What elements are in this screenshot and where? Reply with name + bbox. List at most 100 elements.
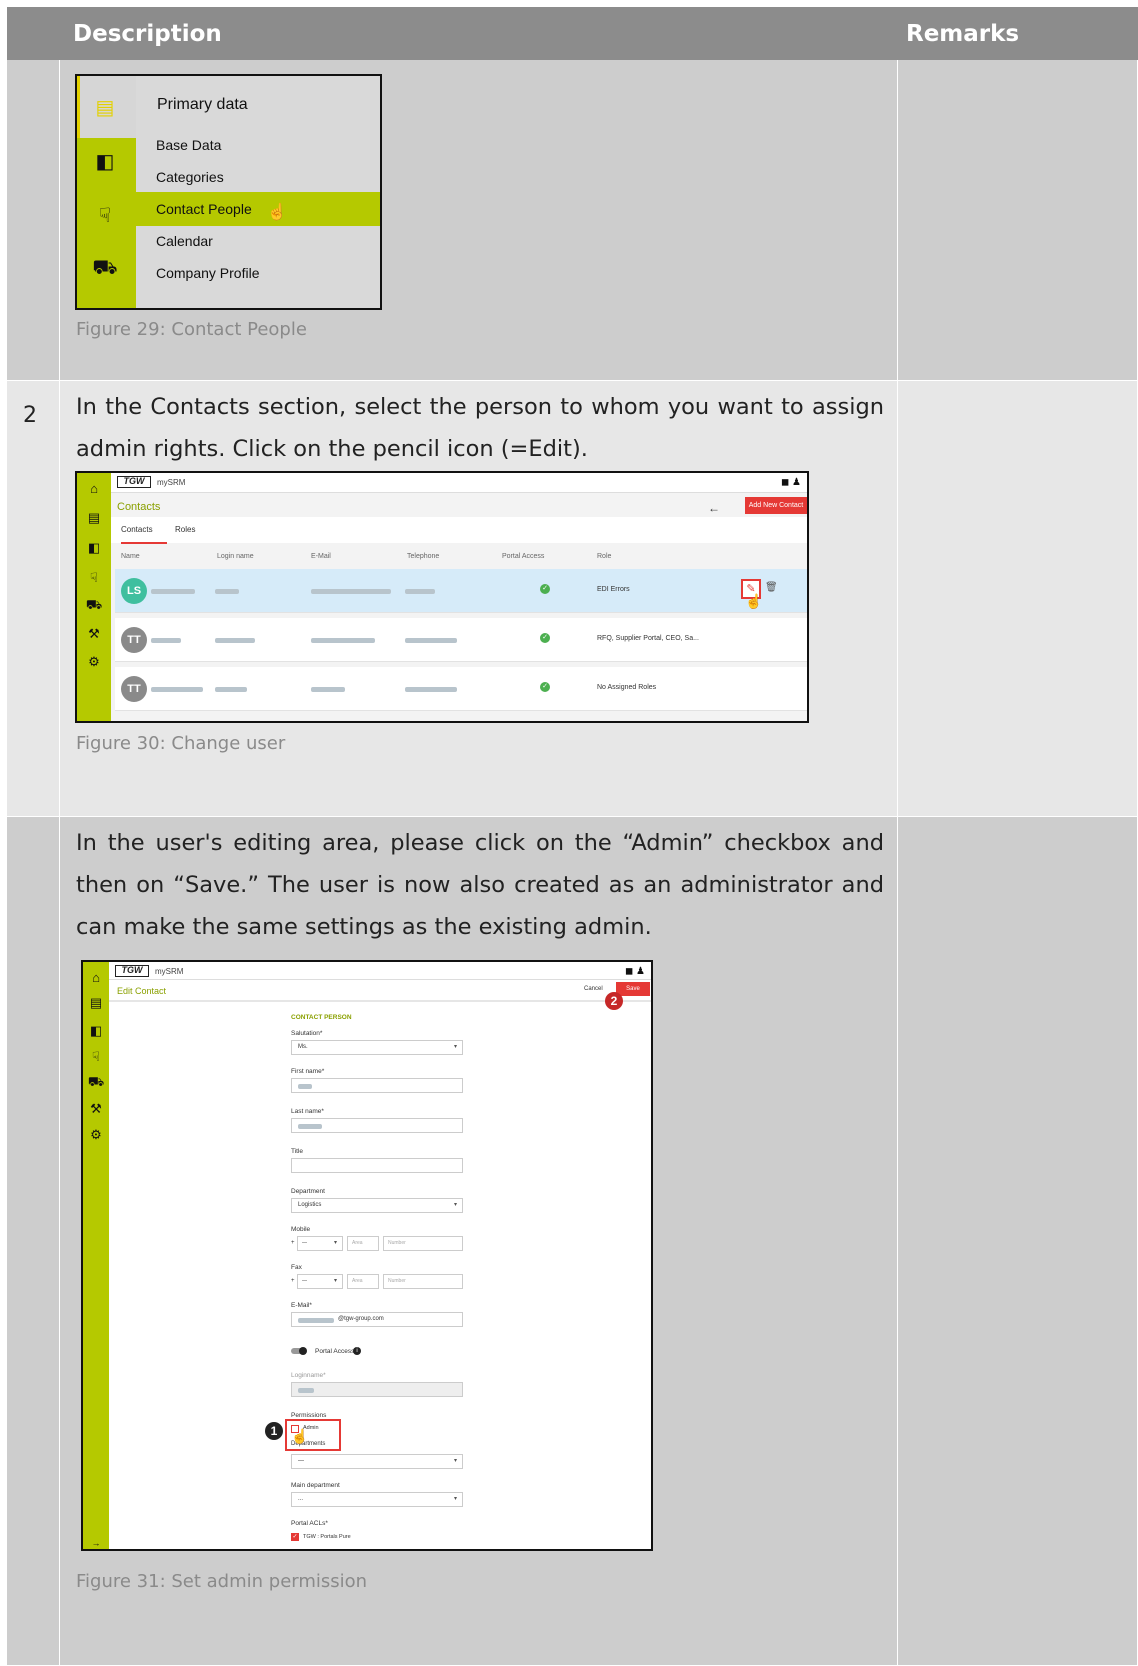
departments-value: — (298, 1458, 304, 1464)
fax-area-field[interactable]: Area (347, 1274, 379, 1289)
menu-item-categories[interactable]: Categories (136, 160, 380, 194)
blurred-email (311, 589, 391, 594)
home-icon: ⌂ (92, 969, 100, 985)
tgw-logo: TGW (117, 476, 151, 488)
side-rail: ⌂ ▤ ◧ ☟ ⛟ ⚒ ⚙ → (83, 962, 109, 1549)
row2-description-cell: In the Contacts section, select the pers… (60, 381, 898, 817)
database-icon: ▤ (95, 96, 115, 119)
department-label: Department (291, 1188, 325, 1195)
save-button[interactable]: Save (616, 982, 650, 996)
title-field[interactable] (291, 1158, 463, 1173)
portal-access-toggle[interactable] (291, 1347, 307, 1355)
mobile-number-field[interactable]: Number (383, 1236, 463, 1251)
column-login-name: Login name (217, 553, 254, 560)
main-department-select[interactable]: ... ▾ (291, 1492, 463, 1507)
row3-remarks-cell (898, 817, 1138, 1666)
brand-name: mySRM (155, 967, 184, 976)
table-row[interactable]: TT ✓ No Assigned Roles (115, 667, 807, 711)
step-badge-1: 1 (265, 1422, 283, 1440)
truck-icon: ⛟ (87, 1074, 105, 1089)
tab-contacts[interactable]: Contacts (121, 525, 153, 534)
brand-name: mySRM (157, 478, 186, 487)
role-value: EDI Errors (597, 586, 630, 593)
row1-remarks-cell (898, 60, 1138, 381)
documents-icon: ◧ (87, 540, 101, 555)
contact-hand-icon: ☟ (90, 570, 98, 585)
app-topbar: TGW mySRM ◼ ♟ (111, 473, 807, 493)
chevron-down-icon: ▾ (333, 1240, 337, 1246)
column-telephone: Telephone (407, 553, 440, 560)
blurred-login (215, 589, 239, 594)
department-select[interactable]: Logistics ▾ (291, 1198, 463, 1213)
fax-country-select[interactable]: — ▾ (297, 1274, 343, 1289)
cancel-button[interactable]: Cancel (584, 986, 603, 992)
contact-hand-icon: ☟ (98, 204, 112, 227)
blurred-name (151, 687, 203, 692)
edit-contact-title: Edit Contact (117, 986, 167, 996)
step-3-text: In the user's editing area, please click… (76, 830, 884, 940)
fax-number-field[interactable]: Number (383, 1274, 463, 1289)
figure-30-caption: Figure 30: Change user (76, 733, 286, 754)
hand-cursor-icon: ☝ (267, 204, 287, 221)
blurred-login (215, 687, 247, 692)
blurred-phone (405, 589, 435, 594)
documents-icon: ◧ (95, 150, 115, 173)
menu-item-base-data[interactable]: Base Data (136, 128, 380, 162)
first-name-label: First name* (291, 1068, 325, 1075)
trash-icon[interactable]: 🗑 (765, 582, 778, 593)
figure-29-menu-screenshot: ▤ ◧ ☟ ⛟ Primary data Base Data Categorie… (75, 74, 382, 310)
blurred-phone (405, 638, 457, 643)
email-field[interactable]: @tgw-group.com (291, 1312, 463, 1327)
menu-item-contact-people[interactable]: Contact People (136, 192, 380, 226)
menu-item-company-profile[interactable]: Company Profile (136, 256, 380, 290)
chevron-down-icon: ▾ (333, 1278, 337, 1284)
last-name-field[interactable] (291, 1118, 463, 1133)
section-title: CONTACT PERSON (291, 1014, 352, 1021)
check-icon: ✓ (540, 584, 550, 594)
header-remarks: Remarks (906, 21, 1020, 47)
chevron-down-icon: ▾ (453, 1496, 457, 1502)
info-icon[interactable]: i (353, 1347, 361, 1355)
avatar: LS (121, 578, 147, 604)
database-icon: ▤ (87, 510, 101, 525)
chevron-down-icon: ▾ (453, 1458, 457, 1464)
email-domain: @tgw-group.com (338, 1316, 384, 1322)
role-value: No Assigned Roles (597, 684, 657, 691)
table-row[interactable]: LS ✓ EDI Errors ✎ 🗑 ☝ (115, 569, 807, 613)
blurred-phone (405, 687, 457, 692)
mobile-country-select[interactable]: — ▾ (297, 1236, 343, 1251)
salutation-value: Ms. (298, 1044, 308, 1050)
last-name-label: Last name* (291, 1108, 324, 1115)
tab-roles[interactable]: Roles (175, 525, 195, 534)
back-arrow-icon[interactable]: ← (708, 501, 720, 515)
mobile-label: Mobile (291, 1226, 311, 1233)
menu-item-calendar[interactable]: Calendar (136, 224, 380, 258)
salutation-select[interactable]: Ms. ▾ (291, 1040, 463, 1055)
mobile-plus: + (291, 1240, 295, 1246)
loginname-label: Loginname* (291, 1372, 326, 1379)
mobile-area-field[interactable]: Area (347, 1236, 379, 1251)
column-role: Role (597, 553, 612, 560)
portal-acl-value: TGW : Portals Pure (303, 1534, 351, 1540)
user-icon: ◼ ♟ (780, 477, 801, 488)
expand-arrow-icon[interactable]: → (87, 1534, 105, 1549)
blurred-name (151, 589, 195, 594)
fax-plus: + (291, 1278, 295, 1284)
title-label: Title (291, 1148, 304, 1155)
first-name-field[interactable] (291, 1078, 463, 1093)
home-icon: ⌂ (90, 480, 98, 496)
fax-label: Fax (291, 1264, 302, 1271)
database-icon: ▤ (89, 995, 103, 1010)
blurred-value (298, 1318, 334, 1323)
blurred-name (151, 638, 181, 643)
mobile-country-value: — (302, 1240, 307, 1246)
table-row[interactable]: TT ✓ RFQ, Supplier Portal, CEO, Sa... (115, 618, 807, 662)
gear-icon: ⚙ (88, 654, 100, 669)
departments-select[interactable]: — ▾ (291, 1454, 463, 1469)
blurred-value (298, 1084, 312, 1089)
portal-acl-checkbox[interactable]: ✓ (291, 1533, 299, 1541)
figure-31-edit-contact-screenshot: ⌂ ▤ ◧ ☟ ⛟ ⚒ ⚙ → TGW mySRM ◼ ♟ Edit Conta… (81, 960, 653, 1551)
add-new-contact-button[interactable]: Add New Contact (745, 497, 807, 514)
row1-description-cell: ▤ ◧ ☟ ⛟ Primary data Base Data Categorie… (60, 60, 898, 381)
wrench-icon: ⚒ (88, 626, 100, 641)
